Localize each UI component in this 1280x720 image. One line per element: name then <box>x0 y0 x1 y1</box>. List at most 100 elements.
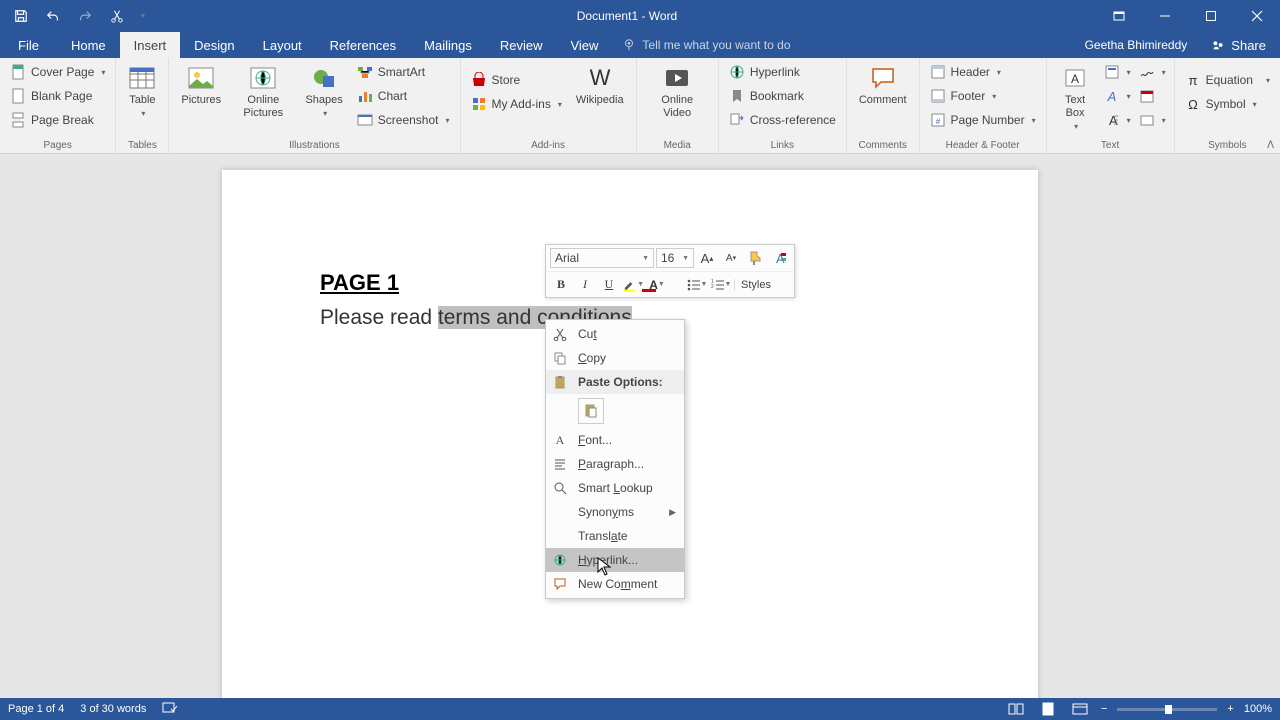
footer-button[interactable]: Footer▾ <box>926 84 1040 108</box>
bold-button[interactable]: B <box>550 274 572 296</box>
chart-button[interactable]: Chart <box>353 84 454 108</box>
mini-font-combo[interactable]: Arial▼ <box>550 248 654 268</box>
tab-review[interactable]: Review <box>486 32 557 58</box>
wordart-button[interactable]: A▾ <box>1102 84 1133 108</box>
spellcheck-icon[interactable] <box>162 701 178 718</box>
undo-button[interactable] <box>38 2 68 30</box>
paragraph-icon <box>550 457 570 471</box>
minimize-button[interactable] <box>1142 2 1188 30</box>
tab-view[interactable]: View <box>556 32 612 58</box>
signature-line-button[interactable]: ▾ <box>1137 60 1168 84</box>
group-pages-label: Pages <box>6 139 109 152</box>
date-time-button[interactable] <box>1137 84 1168 108</box>
screenshot-button[interactable]: Screenshot▾ <box>353 108 454 132</box>
cm-smart-lookup[interactable]: Smart Lookup <box>546 476 684 500</box>
numbering-button[interactable]: 12▼ <box>710 274 732 296</box>
word-count[interactable]: 3 of 30 words <box>80 703 146 715</box>
cm-translate[interactable]: Translate <box>546 524 684 548</box>
zoom-in-button[interactable]: + <box>1227 703 1233 715</box>
page-break-button[interactable]: Page Break <box>6 108 109 132</box>
context-menu: Cut Copy Paste Options: AFont... Paragra… <box>545 319 685 599</box>
cover-page-button[interactable]: Cover Page▾ <box>6 60 109 84</box>
grow-font-button[interactable]: A▴ <box>696 247 718 269</box>
tab-file[interactable]: File <box>0 32 57 58</box>
cm-hyperlink[interactable]: Hyperlink... <box>546 548 684 572</box>
redo-button[interactable] <box>70 2 100 30</box>
cm-font[interactable]: AFont... <box>546 428 684 452</box>
tab-layout[interactable]: Layout <box>249 32 316 58</box>
ribbon-display-button[interactable] <box>1096 2 1142 30</box>
cm-cut[interactable]: Cut <box>546 322 684 346</box>
online-pictures-button[interactable]: Online Pictures <box>231 60 295 124</box>
online-video-button[interactable]: Online Video <box>643 60 712 124</box>
hyperlink-button[interactable]: Hyperlink <box>725 60 840 84</box>
group-addins: Store My Add-ins▾ WWikipedia Add-ins <box>461 58 637 153</box>
share-button[interactable]: Share <box>1197 32 1280 58</box>
collapse-ribbon-button[interactable]: ᐱ <box>1267 140 1274 151</box>
group-text: AText Box▾ ▾ A▾ A▾ ▾ ▾ Text <box>1047 58 1175 153</box>
window-title: Document1 - Word <box>158 9 1096 23</box>
font-color-button[interactable]: A▼ <box>646 274 668 296</box>
tab-insert[interactable]: Insert <box>120 32 181 58</box>
print-layout-button[interactable] <box>1037 700 1059 718</box>
maximize-button[interactable] <box>1188 2 1234 30</box>
paste-keep-source-button[interactable] <box>578 398 604 424</box>
equation-button[interactable]: πEquation▾ <box>1181 68 1274 92</box>
web-layout-button[interactable] <box>1069 700 1091 718</box>
wikipedia-button[interactable]: WWikipedia <box>570 60 630 111</box>
italic-button[interactable]: I <box>574 274 596 296</box>
tab-design[interactable]: Design <box>180 32 248 58</box>
object-button[interactable]: ▾ <box>1137 108 1168 132</box>
mini-size-combo[interactable]: 16▼ <box>656 248 694 268</box>
mini-toolbar: Arial▼ 16▼ A▴ A▾ A B I U ▼ A▼ ▼ 12▼ Styl… <box>545 244 795 298</box>
my-addins-button[interactable]: My Add-ins▾ <box>467 92 566 116</box>
cm-copy[interactable]: Copy <box>546 346 684 370</box>
tab-home[interactable]: Home <box>57 32 120 58</box>
user-name[interactable]: Geetha Bhimireddy <box>1075 32 1198 58</box>
shrink-font-button[interactable]: A▾ <box>720 247 742 269</box>
cut-qa-button[interactable] <box>102 2 132 30</box>
bookmark-button[interactable]: Bookmark <box>725 84 840 108</box>
zoom-slider[interactable] <box>1117 708 1217 711</box>
read-mode-button[interactable] <box>1005 700 1027 718</box>
svg-text:2: 2 <box>711 284 714 290</box>
svg-text:#: # <box>935 117 940 126</box>
cm-synonyms[interactable]: Synonyms▶ <box>546 500 684 524</box>
store-button[interactable]: Store <box>467 68 566 92</box>
table-button[interactable]: Table▾ <box>122 60 162 123</box>
zoom-out-button[interactable]: − <box>1101 703 1107 715</box>
mini-styles-icon[interactable]: A <box>768 247 790 269</box>
blank-page-button[interactable]: Blank Page <box>6 84 109 108</box>
cm-paragraph[interactable]: Paragraph... <box>546 452 684 476</box>
smartart-button[interactable]: SmartArt <box>353 60 454 84</box>
drop-cap-button[interactable]: A▾ <box>1102 108 1133 132</box>
tab-mailings[interactable]: Mailings <box>410 32 486 58</box>
page-indicator[interactable]: Page 1 of 4 <box>8 703 64 715</box>
quick-parts-button[interactable]: ▾ <box>1102 60 1133 84</box>
mini-styles-label[interactable]: Styles <box>734 279 777 291</box>
cm-new-comment[interactable]: New Comment <box>546 572 684 596</box>
highlight-button[interactable]: ▼ <box>622 274 644 296</box>
save-button[interactable] <box>6 2 36 30</box>
text-box-button[interactable]: AText Box▾ <box>1053 60 1098 136</box>
close-button[interactable] <box>1234 2 1280 30</box>
page-number-button[interactable]: #Page Number▾ <box>926 108 1040 132</box>
symbol-button[interactable]: ΩSymbol▾ <box>1181 92 1274 116</box>
shapes-button[interactable]: Shapes▾ <box>299 60 348 123</box>
comment-button[interactable]: Comment <box>853 60 913 111</box>
header-button[interactable]: Header▾ <box>926 60 1040 84</box>
qa-customize-button[interactable]: ▼ <box>134 2 152 30</box>
tell-me-placeholder: Tell me what you want to do <box>642 38 790 52</box>
link-icon <box>550 553 570 567</box>
format-painter-button[interactable] <box>744 247 766 269</box>
svg-text:A: A <box>1106 89 1116 104</box>
zoom-level[interactable]: 100% <box>1244 703 1272 715</box>
underline-button[interactable]: U <box>598 274 620 296</box>
tab-references[interactable]: References <box>316 32 410 58</box>
cross-reference-button[interactable]: Cross-reference <box>725 108 840 132</box>
group-media: Online Video Media <box>637 58 719 153</box>
tell-me-search[interactable]: Tell me what you want to do <box>612 32 800 58</box>
pictures-button[interactable]: Pictures <box>175 60 227 111</box>
ribbon: Cover Page▾ Blank Page Page Break Pages … <box>0 58 1280 154</box>
bullets-button[interactable]: ▼ <box>686 274 708 296</box>
